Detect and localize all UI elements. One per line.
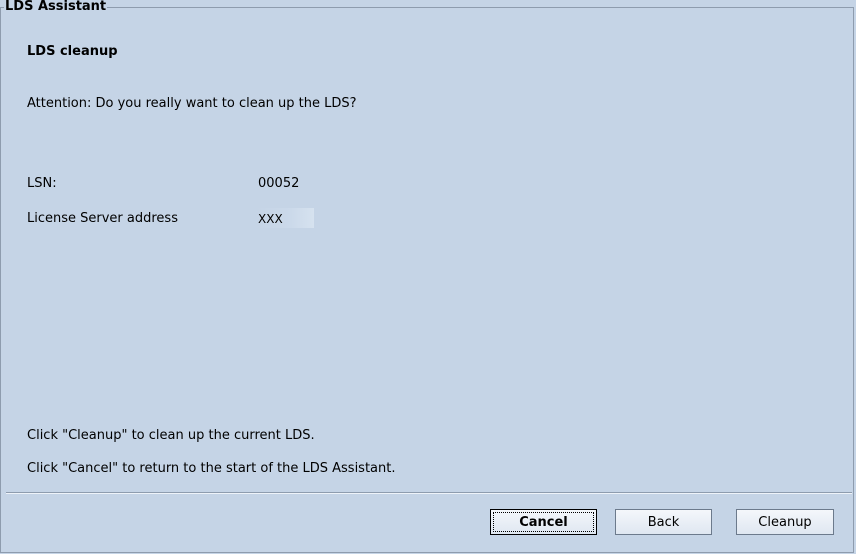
page-heading: LDS cleanup bbox=[27, 44, 118, 59]
license-server-address-value: XXX bbox=[258, 212, 283, 226]
button-bar-divider bbox=[6, 492, 852, 494]
panel-title: LDS Assistant bbox=[4, 0, 108, 14]
cancel-button[interactable]: Cancel bbox=[490, 509, 597, 535]
cleanup-button[interactable]: Cleanup bbox=[736, 509, 834, 535]
license-server-address-field: XXX bbox=[256, 208, 314, 228]
instruction-cleanup: Click "Cleanup" to clean up the current … bbox=[27, 428, 315, 443]
license-server-address-label: License Server address bbox=[27, 211, 178, 226]
cleanup-question: Attention: Do you really want to clean u… bbox=[27, 96, 357, 111]
back-button[interactable]: Back bbox=[615, 509, 712, 535]
lsn-value: 00052 bbox=[258, 176, 300, 191]
lsn-label: LSN: bbox=[27, 176, 57, 191]
instruction-cancel: Click "Cancel" to return to the start of… bbox=[27, 461, 396, 476]
